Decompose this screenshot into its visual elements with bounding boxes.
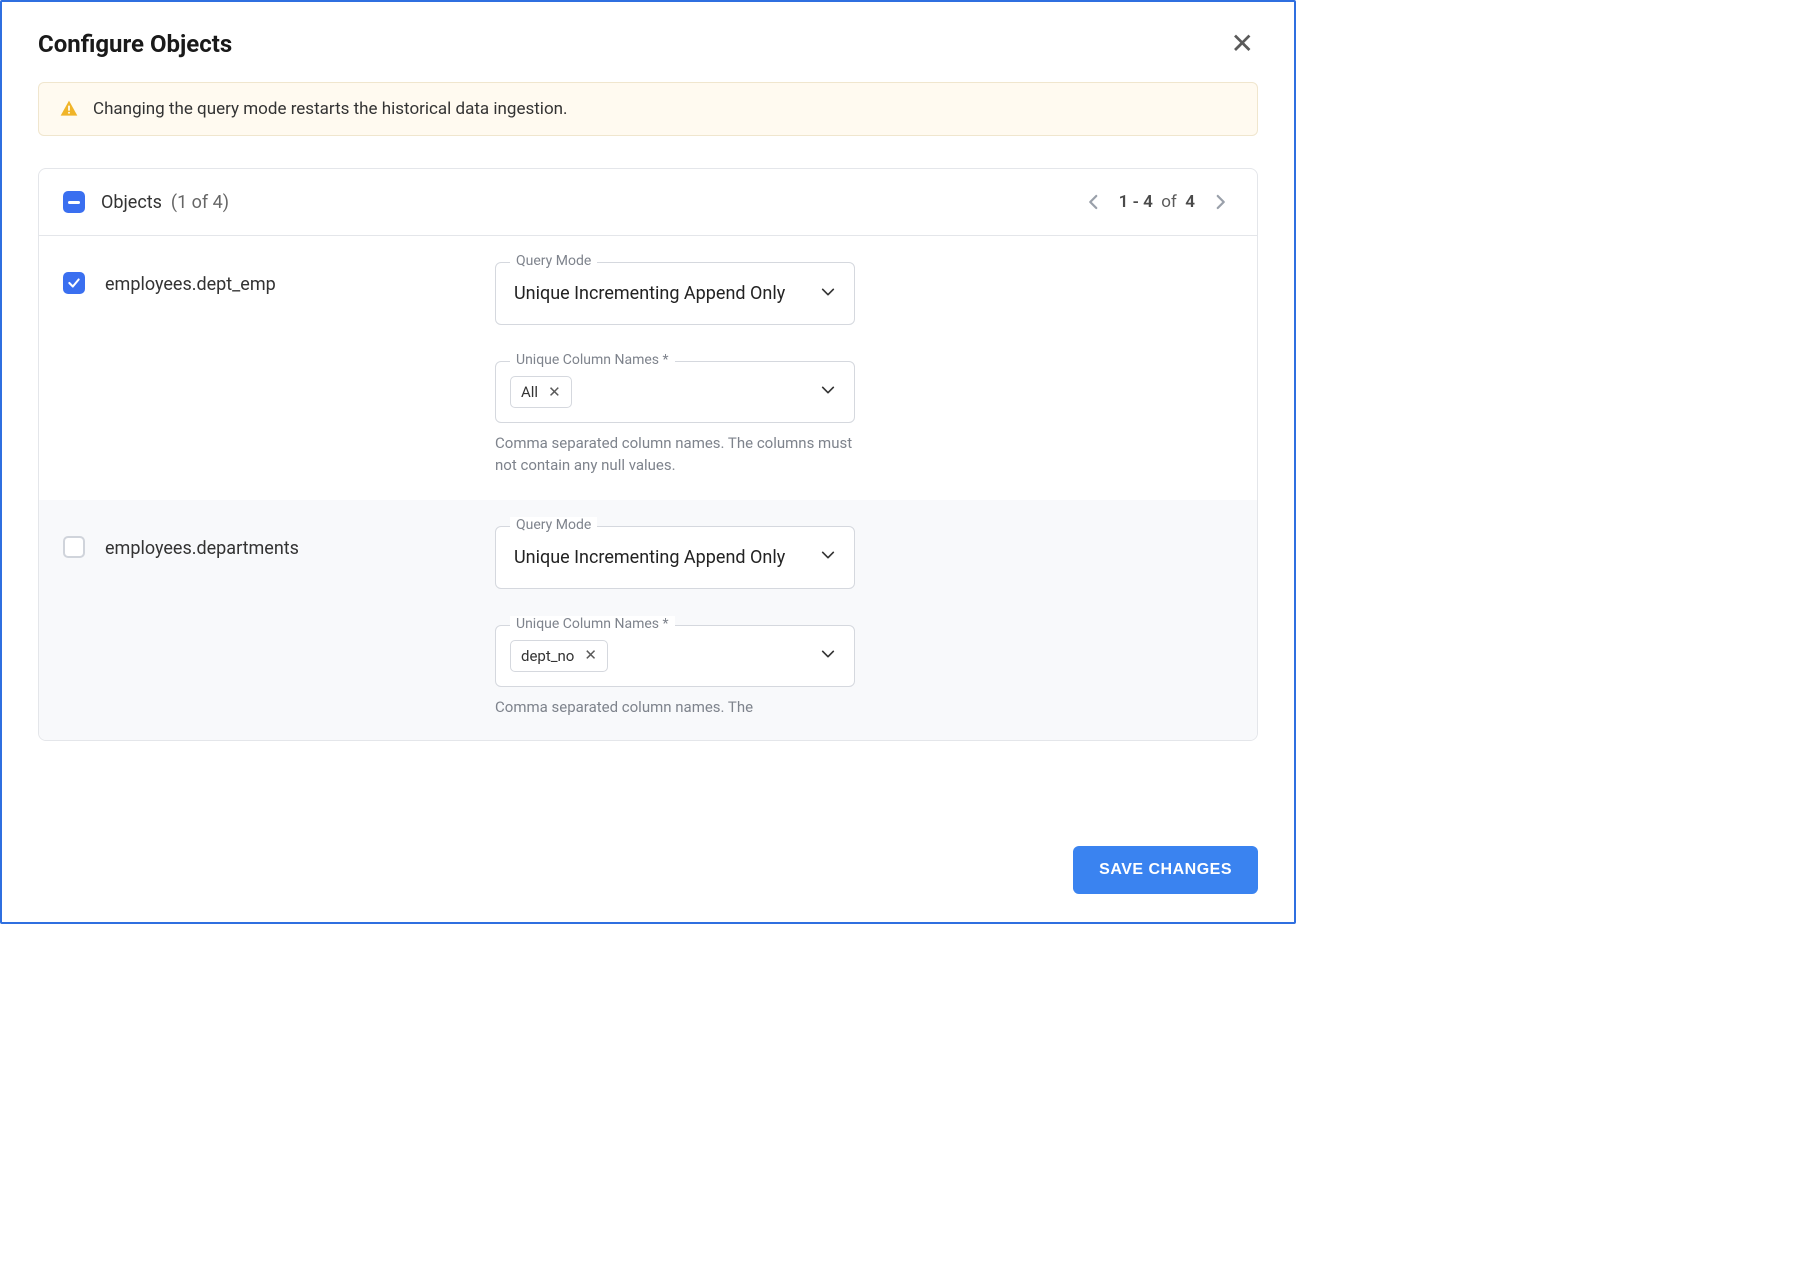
- chip-label: dept_no: [521, 647, 574, 665]
- modal-footer: SAVE CHANGES: [2, 826, 1294, 922]
- select-value: Unique Incrementing Append Only: [514, 547, 785, 568]
- row-checkbox[interactable]: [63, 272, 85, 294]
- field-label: Query Mode: [510, 517, 597, 533]
- pagination-range: 1 - 4 of 4: [1119, 192, 1195, 212]
- chip-remove-button[interactable]: ✕: [584, 648, 597, 663]
- unique-columns-select[interactable]: Unique Column Names * dept_no ✕: [495, 625, 855, 687]
- close-button[interactable]: ✕: [1227, 30, 1258, 58]
- chip-label: All: [521, 383, 538, 401]
- chip: All ✕: [510, 376, 572, 408]
- object-name: employees.dept_emp: [105, 262, 475, 295]
- field-label: Unique Column Names *: [510, 352, 675, 368]
- warning-text: Changing the query mode restarts the his…: [93, 99, 568, 119]
- close-icon: ✕: [1231, 28, 1254, 59]
- object-row: employees.departments Query Mode Unique …: [39, 500, 1257, 741]
- objects-header-left: Objects (1 of 4): [63, 191, 229, 213]
- unique-columns-select[interactable]: Unique Column Names * All ✕: [495, 361, 855, 423]
- chip-remove-button[interactable]: ✕: [548, 385, 561, 400]
- check-icon: [67, 276, 81, 290]
- modal-title: Configure Objects: [38, 30, 232, 58]
- warning-banner: Changing the query mode restarts the his…: [38, 82, 1258, 136]
- pagination-prev-button[interactable]: [1081, 189, 1107, 215]
- chevron-down-icon: [820, 382, 836, 402]
- chip: dept_no ✕: [510, 640, 608, 672]
- objects-label: Objects (1 of 4): [101, 192, 229, 213]
- chevron-left-icon: [1085, 193, 1103, 211]
- objects-header: Objects (1 of 4) 1 - 4 of 4: [39, 169, 1257, 236]
- configure-objects-modal: Configure Objects ✕ Changing the query m…: [0, 0, 1296, 924]
- helper-text: Comma separated column names. The: [495, 697, 855, 719]
- chevron-down-icon: [820, 284, 836, 304]
- close-icon: ✕: [548, 384, 561, 401]
- objects-panel: Objects (1 of 4) 1 - 4 of 4: [38, 168, 1258, 741]
- query-mode-select[interactable]: Query Mode Unique Incrementing Append On…: [495, 262, 855, 325]
- chip-list: dept_no ✕: [510, 640, 608, 672]
- chevron-down-icon: [820, 547, 836, 567]
- objects-body: employees.dept_emp Query Mode Unique Inc…: [39, 236, 1257, 740]
- modal-header: Configure Objects ✕: [2, 2, 1294, 66]
- chevron-down-icon: [820, 646, 836, 666]
- pagination: 1 - 4 of 4: [1081, 189, 1233, 215]
- row-fields: Query Mode Unique Incrementing Append On…: [495, 262, 855, 477]
- indeterminate-icon: [68, 201, 80, 204]
- chip-list: All ✕: [510, 376, 572, 408]
- field-label: Unique Column Names *: [510, 616, 675, 632]
- object-row: employees.dept_emp Query Mode Unique Inc…: [39, 236, 1257, 499]
- pagination-next-button[interactable]: [1207, 189, 1233, 215]
- field-label: Query Mode: [510, 253, 597, 269]
- helper-text: Comma separated column names. The column…: [495, 433, 855, 477]
- select-all-checkbox[interactable]: [63, 191, 85, 213]
- save-changes-button[interactable]: SAVE CHANGES: [1073, 846, 1258, 894]
- object-name: employees.departments: [105, 526, 475, 559]
- query-mode-select[interactable]: Query Mode Unique Incrementing Append On…: [495, 526, 855, 589]
- row-checkbox[interactable]: [63, 536, 85, 558]
- select-value: Unique Incrementing Append Only: [514, 283, 785, 304]
- row-fields: Query Mode Unique Incrementing Append On…: [495, 526, 855, 719]
- chevron-right-icon: [1211, 193, 1229, 211]
- warning-icon: [59, 99, 79, 119]
- close-icon: ✕: [584, 647, 597, 664]
